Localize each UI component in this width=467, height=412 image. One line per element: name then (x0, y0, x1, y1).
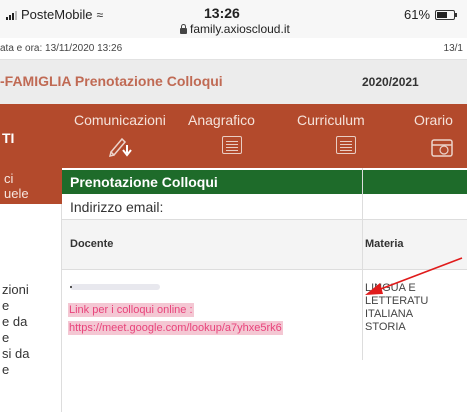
annotation-arrow-icon (365, 257, 463, 295)
